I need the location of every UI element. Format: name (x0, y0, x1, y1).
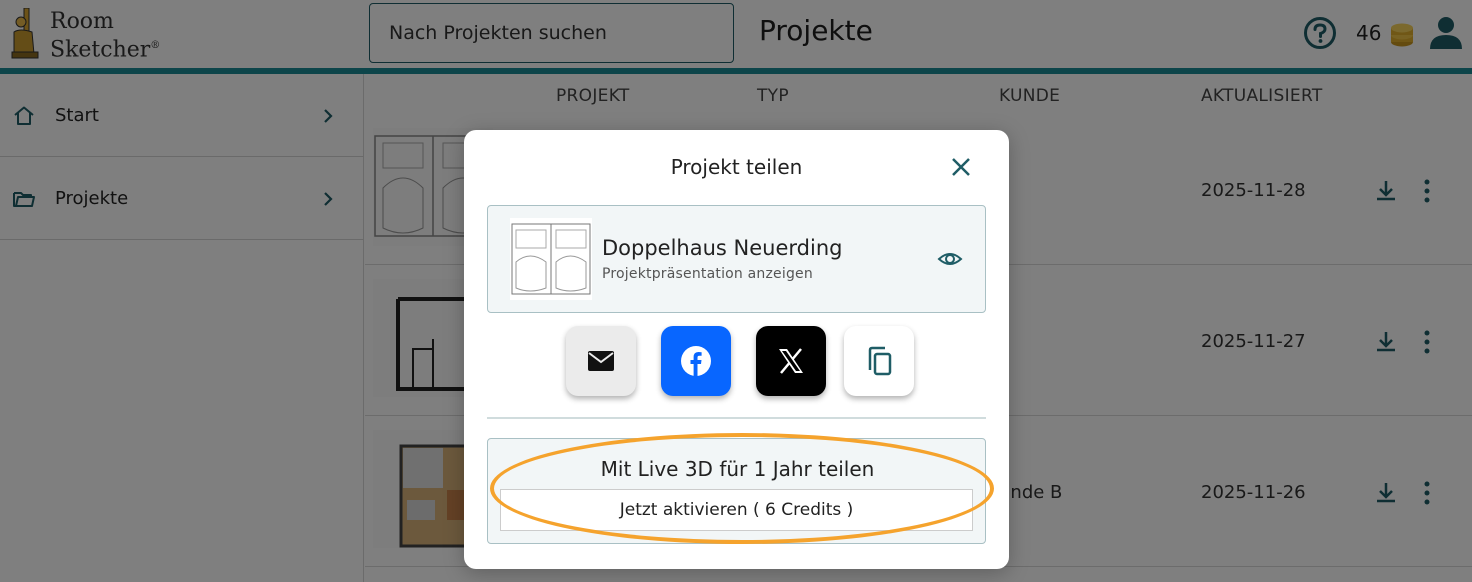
share-facebook-button[interactable] (661, 326, 731, 396)
share-x-button[interactable] (756, 326, 826, 396)
dialog-title: Projekt teilen (670, 155, 803, 179)
share-project-dialog: Projekt teilen Doppelhaus Neuerding Proj… (464, 130, 1009, 569)
project-presentation-link[interactable]: Projektpräsentation anzeigen (602, 266, 813, 282)
copy-icon (868, 346, 892, 376)
share-email-button[interactable] (566, 326, 636, 396)
project-thumbnail (510, 218, 592, 300)
dialog-divider (487, 417, 986, 419)
facebook-icon (681, 346, 711, 376)
close-icon[interactable] (949, 155, 973, 179)
project-preview-card[interactable]: Doppelhaus Neuerding Projektpräsentation… (487, 205, 986, 313)
project-name: Doppelhaus Neuerding (602, 236, 843, 260)
eye-icon[interactable] (937, 246, 963, 272)
live-3d-title: Mit Live 3D für 1 Jahr teilen (600, 457, 875, 481)
activate-live-3d-button[interactable]: Jetzt aktivieren ( 6 Credits ) (500, 489, 973, 531)
mail-icon (588, 351, 614, 371)
copy-link-button[interactable] (844, 326, 914, 396)
x-icon (779, 348, 803, 374)
live-3d-share-section: Mit Live 3D für 1 Jahr teilen Jetzt akti… (487, 438, 986, 544)
